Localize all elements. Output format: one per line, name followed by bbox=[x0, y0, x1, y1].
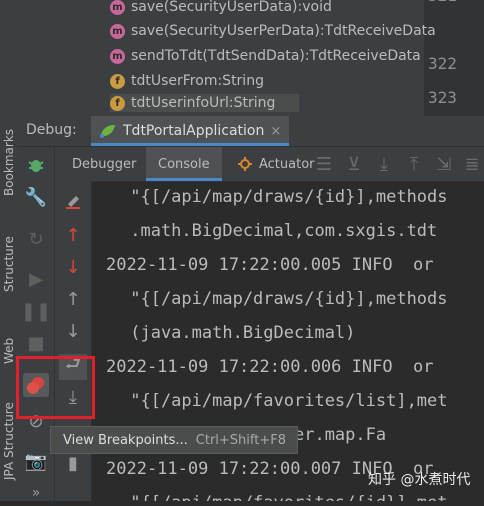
up-arrow-icon[interactable]: ↑ bbox=[59, 222, 87, 248]
jpa-structure-label: JPA Structure bbox=[2, 402, 16, 480]
highlight-box bbox=[16, 356, 95, 419]
debug-title: Debug: bbox=[26, 122, 77, 138]
more-icon[interactable]: » bbox=[22, 480, 50, 506]
tab-label: Debugger bbox=[72, 156, 137, 172]
tab-label: Actuator bbox=[259, 156, 315, 172]
debug-session-tab[interactable]: TdtPortalApplication × bbox=[91, 116, 290, 146]
method-icon: m bbox=[110, 48, 125, 64]
debug-bug-icon[interactable] bbox=[22, 152, 50, 178]
actuator-icon bbox=[238, 157, 252, 171]
bookmarks-panel-toggle[interactable]: Bookmarks bbox=[0, 104, 18, 196]
tab-underline bbox=[146, 178, 222, 181]
rerun-icon[interactable]: ↻ bbox=[22, 226, 50, 252]
toolbar-icon[interactable]: ⤒ bbox=[400, 151, 428, 177]
stop-icon[interactable]: ■ bbox=[22, 330, 50, 356]
previous-occurrence-icon[interactable]: ↑ bbox=[59, 286, 87, 312]
console-line: 2022-11-09 17:22:00.005 INFO or bbox=[106, 255, 434, 275]
field-icon: f bbox=[110, 73, 125, 89]
console-line: "{[/api/map/favorites/{id}],met bbox=[120, 493, 447, 501]
tab-underline bbox=[91, 143, 290, 146]
member-item[interactable]: m sendToTdt(TdtSendData):TdtReceiveData bbox=[110, 45, 421, 67]
line-number: 321 bbox=[428, 0, 457, 5]
spring-boot-icon bbox=[100, 125, 115, 138]
member-label: sendToTdt(TdtSendData):TdtReceiveData bbox=[131, 48, 421, 64]
camera-icon[interactable]: 📷 bbox=[22, 448, 50, 474]
toolbar-icon[interactable]: ⊻ bbox=[340, 151, 368, 177]
pause-icon[interactable]: ❚❚ bbox=[21, 298, 51, 324]
field-icon: f bbox=[110, 95, 125, 111]
next-occurrence-icon[interactable]: ↓ bbox=[59, 318, 87, 344]
tab-label: Console bbox=[158, 156, 210, 172]
close-icon[interactable]: × bbox=[270, 124, 281, 139]
member-label: tdtUserinfoUrl:String bbox=[131, 95, 276, 111]
member-item[interactable]: m save(SecurityUserPerData):TdtReceiveDa… bbox=[110, 20, 436, 42]
member-item-selected[interactable]: f tdtUserinfoUrl:String bbox=[110, 94, 300, 112]
bookmarks-label: Bookmarks bbox=[2, 128, 16, 196]
member-item[interactable]: m save(SecurityUserData):void bbox=[110, 0, 332, 18]
member-item[interactable]: f tdtUserFrom:String bbox=[110, 70, 264, 92]
toolbar-icon[interactable]: ⤓ bbox=[370, 151, 398, 177]
line-number: 323 bbox=[428, 88, 457, 107]
console-line: 2022-11-09 17:22:00.006 INFO or bbox=[106, 357, 434, 377]
member-label: save(SecurityUserData):void bbox=[131, 0, 332, 15]
web-label: Web bbox=[2, 337, 16, 364]
console-line: "{[/api/map/draws/{id}],methods bbox=[120, 289, 448, 309]
method-icon: m bbox=[110, 0, 125, 15]
console-line: (java.math.BigDecimal) bbox=[120, 323, 356, 343]
toolbar-icon[interactable]: ⇲ bbox=[430, 151, 458, 177]
console-line: .math.BigDecimal,com.sxgis.tdt bbox=[120, 221, 438, 241]
tab-console[interactable]: Console bbox=[146, 147, 222, 181]
tab-actuator[interactable]: Actuator bbox=[236, 147, 315, 181]
toolbar-icon[interactable]: ≣ bbox=[458, 151, 484, 177]
tooltip-shortcut: Ctrl+Shift+F8 bbox=[195, 432, 286, 448]
structure-panel-toggle[interactable]: Structure bbox=[0, 206, 18, 292]
left-tool-stripe: Bookmarks Structure Web JPA Structure bbox=[0, 0, 19, 501]
down-arrow-icon[interactable]: ↓ bbox=[59, 254, 87, 280]
watermark: 知乎 @水煮时代 bbox=[368, 472, 471, 488]
clear-console-icon[interactable] bbox=[59, 188, 87, 214]
member-label: save(SecurityUserPerData):TdtReceiveData bbox=[131, 23, 436, 39]
wrench-icon[interactable]: 🔧 bbox=[22, 184, 50, 210]
console-line: "{[/api/map/draws/{id}],methods bbox=[120, 187, 448, 207]
tab-debugger[interactable]: Debugger bbox=[72, 147, 136, 181]
console-line: "{[/api/map/favorites/list],met bbox=[120, 391, 448, 411]
structure-label: Structure bbox=[2, 236, 16, 292]
method-icon: m bbox=[110, 23, 125, 39]
member-label: tdtUserFrom:String bbox=[131, 73, 264, 89]
resume-icon[interactable]: ▶ bbox=[22, 266, 50, 292]
tooltip-label: View Breakpoints... bbox=[63, 432, 188, 448]
line-number: 322 bbox=[428, 54, 457, 73]
session-tab-label: TdtPortalApplication bbox=[123, 123, 265, 139]
toolbar-icon[interactable]: ☰ bbox=[310, 151, 338, 177]
view-breakpoints-tooltip: View Breakpoints... Ctrl+Shift+F8 bbox=[50, 426, 298, 454]
